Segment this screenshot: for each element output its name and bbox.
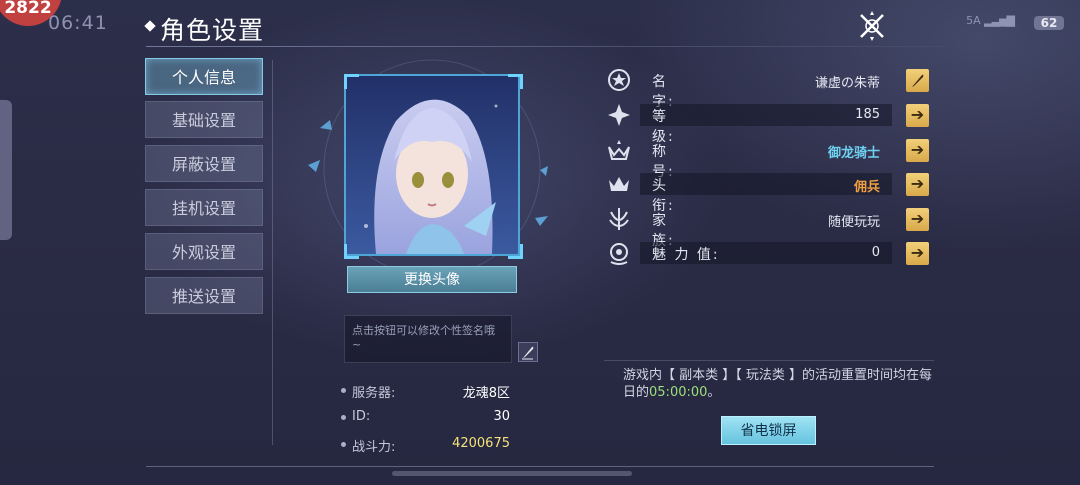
server-value: 龙魂8区 — [462, 386, 510, 401]
avatar-portrait-image — [346, 76, 518, 254]
menu-item-push-settings[interactable]: 推送设置 — [145, 277, 263, 314]
bullet-icon — [341, 415, 346, 420]
frame-corner — [344, 244, 359, 259]
notice-end: 。 — [707, 385, 721, 400]
menu-item-basic-settings[interactable]: 基础设置 — [145, 101, 263, 138]
bullet-icon — [341, 388, 346, 393]
clan-arrow-button[interactable]: ➔ — [906, 208, 929, 231]
title-value: 御龙骑士 — [827, 146, 880, 161]
rank-icon — [609, 177, 629, 191]
id-label: ID: — [352, 409, 371, 424]
level-value: 185 — [855, 107, 880, 122]
name-icon — [608, 69, 630, 91]
level-icon — [608, 104, 630, 126]
power-value: 4200675 — [452, 436, 510, 451]
signal-bars-icon: ▂▃▅▇ — [984, 14, 1015, 27]
menu-item-personal-info[interactable]: 个人信息 — [145, 58, 263, 95]
power-save-lock-button[interactable]: 省电锁屏 — [721, 416, 816, 445]
signal-text: 5A — [966, 14, 981, 27]
clan-value: 随便玩玩 — [827, 215, 880, 230]
header-divider — [146, 46, 946, 47]
arrow-right-icon: ➔ — [910, 140, 925, 159]
status-time: 06:41 — [48, 12, 108, 34]
change-avatar-button[interactable]: 更换头像 — [347, 266, 517, 293]
reset-time-notice: 游戏内【 副本类 】【 玩法类 】的活动重置时间均在每日的05:00:00。 — [623, 367, 933, 401]
signal-indicator: 5A ▂▃▅▇ — [966, 14, 1015, 27]
frame-corner — [508, 244, 523, 259]
server-row: 服务器: 龙魂8区 — [340, 380, 512, 402]
edit-signature-button[interactable] — [518, 342, 538, 362]
battery-icon: 62 — [1034, 16, 1064, 30]
page-title: 角色设置 — [160, 16, 265, 45]
rank-arrow-button[interactable]: ➔ — [906, 173, 929, 196]
title-arrow-button[interactable]: ➔ — [906, 139, 929, 162]
rank-value: 佣兵 — [853, 180, 880, 195]
title-icon — [608, 140, 630, 160]
charm-arrow-button[interactable]: ➔ — [906, 242, 929, 265]
menu-item-appearance-settings[interactable]: 外观设置 — [145, 233, 263, 270]
signature-field[interactable]: 点击按钮可以修改个性签名哦~ — [344, 315, 512, 363]
power-row: 战斗力: 4200675 — [340, 434, 512, 456]
reset-time: 05:00:00 — [649, 385, 708, 400]
quill-icon — [522, 346, 534, 360]
arrow-right-icon: ➔ — [910, 105, 925, 124]
charm-value: 0 — [871, 245, 880, 260]
close-button[interactable] — [856, 10, 888, 42]
frame-corner — [508, 74, 523, 89]
arrow-right-icon: ➔ — [910, 174, 925, 193]
close-icon — [860, 11, 884, 41]
edit-name-button[interactable] — [906, 69, 929, 92]
id-row: ID: 30 — [340, 407, 512, 429]
side-drawer-handle[interactable] — [0, 100, 12, 240]
name-value: 谦虚の朱蒂 — [814, 76, 880, 91]
arrow-right-icon: ➔ — [910, 243, 925, 262]
id-value: 30 — [493, 409, 510, 424]
menu-item-idle-settings[interactable]: 挂机设置 — [145, 189, 263, 226]
character-avatar[interactable] — [344, 74, 520, 256]
frame-corner — [344, 74, 359, 89]
bottom-divider — [146, 466, 934, 467]
server-label: 服务器: — [352, 386, 396, 401]
menu-divider — [272, 60, 273, 445]
power-label: 战斗力: — [352, 440, 396, 455]
home-indicator[interactable] — [392, 471, 632, 476]
arrow-right-icon: ➔ — [910, 209, 925, 228]
level-arrow-button[interactable]: ➔ — [906, 104, 929, 127]
notice-divider — [604, 360, 934, 361]
menu-item-block-settings[interactable]: 屏蔽设置 — [145, 145, 263, 182]
bullet-icon — [341, 442, 346, 447]
title-diamond-icon — [144, 20, 156, 32]
charm-icon — [610, 243, 628, 265]
quill-icon — [912, 74, 924, 87]
clan-icon — [609, 208, 629, 230]
